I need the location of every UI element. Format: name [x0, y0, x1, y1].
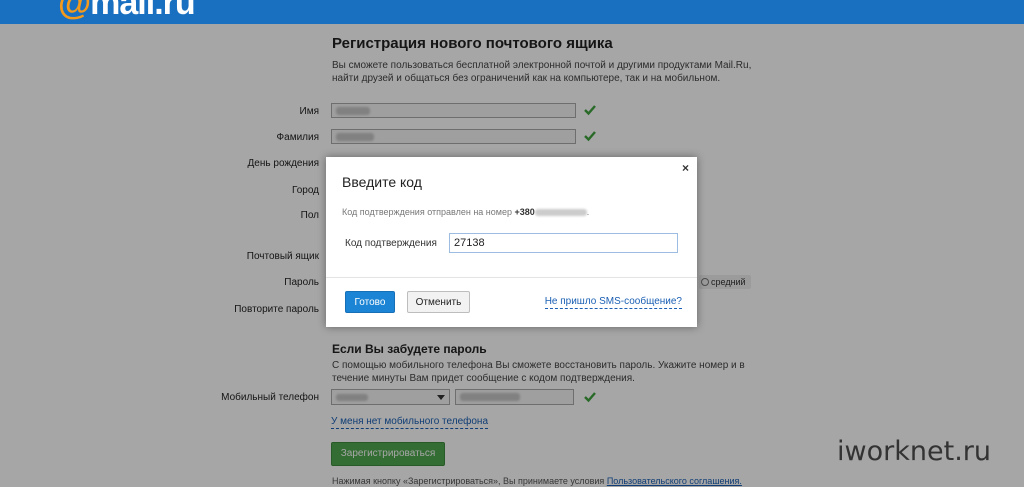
close-icon[interactable]: × — [682, 161, 689, 175]
enter-code-dialog: × Введите код Код подтверждения отправле… — [326, 157, 697, 327]
code-sent-info: Код подтверждения отправлен на номер +38… — [342, 207, 590, 217]
done-button[interactable]: Готово — [345, 291, 395, 313]
logo-at: @ — [58, 0, 91, 22]
mailru-logo[interactable]: @mail.ru — [58, 0, 196, 22]
divider — [326, 277, 697, 278]
phone-prefix: +380 — [514, 207, 535, 217]
sms-not-received-link[interactable]: Не пришло SMS-сообщение? — [544, 296, 682, 309]
code-sent-text: Код подтверждения отправлен на номер — [342, 207, 512, 217]
top-bar: @mail.ru — [0, 0, 1024, 24]
cancel-button[interactable]: Отменить — [407, 291, 470, 313]
confirmation-code-label: Код подтверждения — [345, 238, 437, 249]
masked-phone-number — [534, 209, 587, 217]
logo-text: mail.ru — [90, 0, 195, 22]
watermark: iworknet.ru — [837, 436, 991, 467]
confirmation-code-input[interactable] — [449, 233, 678, 253]
dialog-title: Введите код — [342, 174, 422, 190]
